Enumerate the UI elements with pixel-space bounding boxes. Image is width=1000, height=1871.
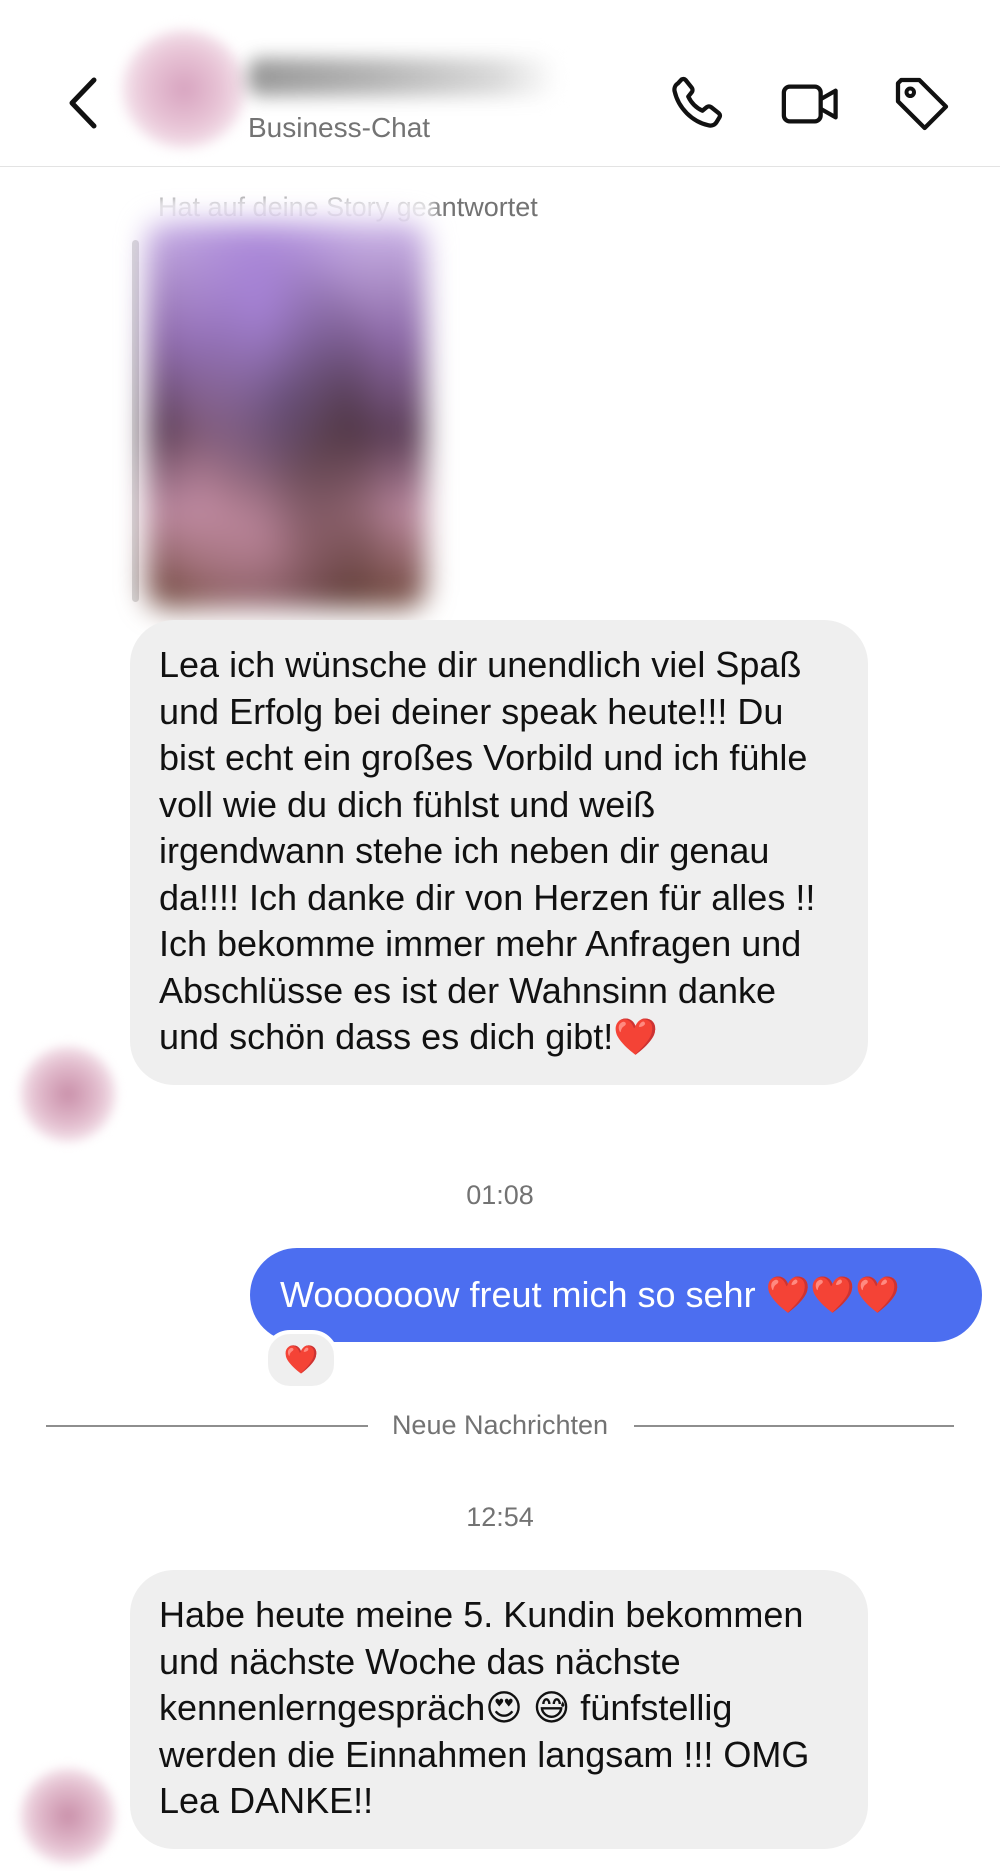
label-button[interactable] bbox=[890, 72, 954, 136]
contact-username-redacted[interactable] bbox=[248, 58, 558, 96]
timestamp: 12:54 bbox=[466, 1502, 534, 1532]
incoming-message[interactable]: Lea ich wünsche dir unendlich viel Spaß … bbox=[130, 620, 868, 1085]
timestamp: 01:08 bbox=[466, 1180, 534, 1210]
story-thumbnail[interactable] bbox=[146, 222, 426, 608]
heart-reaction[interactable]: ❤️ bbox=[264, 1330, 338, 1390]
chevron-left-icon bbox=[69, 77, 97, 129]
outgoing-message[interactable]: Woooooow freut mich so sehr ❤️❤️❤️ bbox=[250, 1248, 982, 1342]
video-camera-icon bbox=[781, 84, 838, 124]
phone-icon bbox=[672, 76, 723, 128]
chat-subtitle: Business-Chat bbox=[248, 112, 431, 143]
new-messages-divider: Neue Nachrichten bbox=[0, 1410, 1000, 1441]
video-call-button[interactable] bbox=[778, 72, 842, 136]
audio-call-button[interactable] bbox=[664, 72, 728, 136]
new-messages-label: Neue Nachrichten bbox=[377, 1410, 623, 1440]
tag-icon bbox=[895, 77, 949, 131]
sender-avatar[interactable] bbox=[20, 1046, 116, 1142]
incoming-message[interactable]: Habe heute meine 5. Kundin bekommen und … bbox=[130, 1570, 868, 1849]
story-reply-bar bbox=[132, 240, 139, 602]
sender-avatar[interactable] bbox=[20, 1768, 116, 1864]
back-button[interactable] bbox=[60, 72, 108, 134]
contact-avatar[interactable] bbox=[122, 30, 246, 148]
